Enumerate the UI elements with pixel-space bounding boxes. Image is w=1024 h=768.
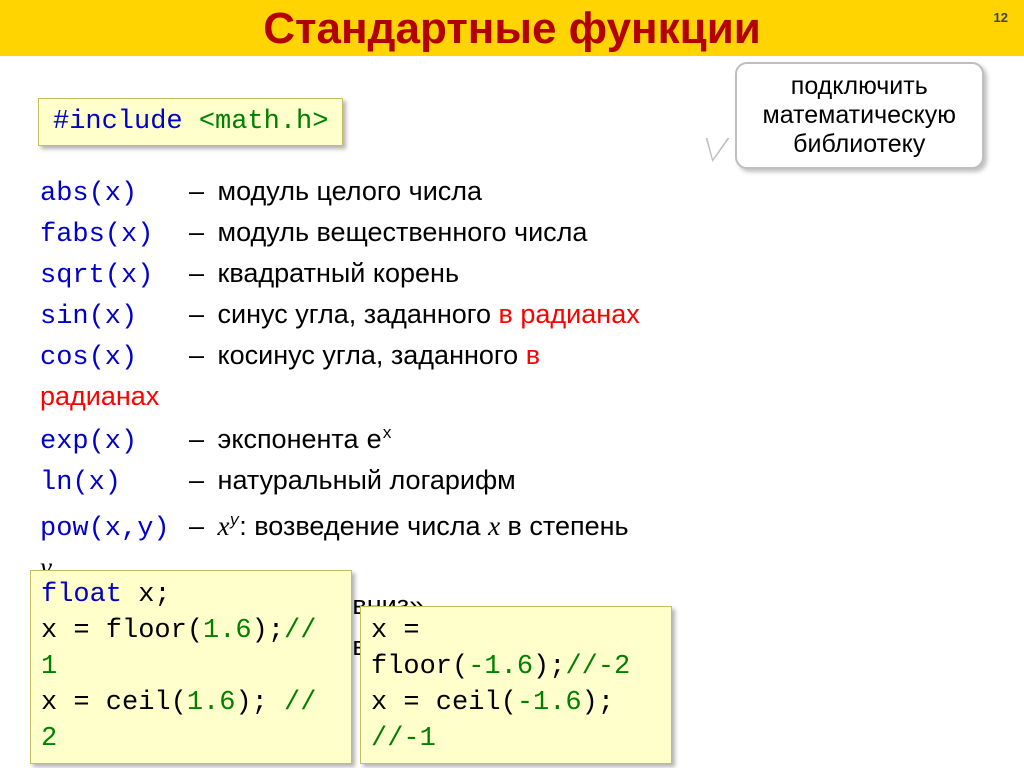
include-keyword: #include: [53, 107, 183, 137]
list-item: fabs(x)– модуль вещественного числа: [40, 213, 984, 254]
fn-desc-red: радианах: [40, 381, 159, 411]
code-example-left: float x; x = floor(1.6);// 1 x = ceil(1.…: [30, 570, 352, 764]
fn-name: ln(x): [40, 464, 185, 502]
code-line: float x;: [41, 577, 341, 613]
callout-line: математическую: [763, 101, 956, 130]
include-header: <math.h>: [199, 107, 329, 137]
fn-desc: экспонента: [218, 424, 366, 454]
fn-desc: натуральный логарифм: [218, 465, 516, 495]
code-line: x = ceil(-1.6); //-1: [371, 685, 661, 757]
list-item: sqrt(x)– квадратный корень: [40, 254, 984, 295]
fn-name: exp(x): [40, 423, 185, 461]
fn-desc: косинус угла, заданного: [218, 340, 526, 370]
fn-desc: модуль целого числа: [218, 176, 483, 206]
list-item: ln(x)– натуральный логарифм: [40, 461, 984, 502]
fn-desc: x: [218, 511, 230, 541]
fn-desc-sup: y: [230, 512, 240, 530]
slide: Стандартные функции 12 подключить матема…: [0, 0, 1024, 768]
fn-desc: x: [488, 511, 500, 541]
fn-desc: синус угла, заданного: [218, 299, 499, 329]
list-item: pow(x,y)– xy: возведение числа x в степе…: [40, 502, 984, 548]
fn-desc: квадратный корень: [218, 258, 459, 288]
list-item: cos(x)– косинус угла, заданного в: [40, 336, 984, 377]
code-line: x = ceil(1.6); // 2: [41, 685, 341, 757]
fn-desc-red: в: [526, 340, 540, 370]
include-directive: #include <math.h>: [38, 98, 343, 146]
fn-name: sqrt(x): [40, 257, 185, 295]
fn-desc: : возведение числа: [239, 511, 488, 541]
fn-name: abs(x): [40, 175, 185, 213]
code-line: x = floor(1.6);// 1: [41, 613, 341, 685]
list-item: abs(x)– модуль целого числа: [40, 172, 984, 213]
list-item: exp(x)– экспонента ex: [40, 415, 984, 461]
fn-name: cos(x): [40, 339, 185, 377]
fn-desc: e: [366, 427, 382, 457]
fn-name: sin(x): [40, 298, 185, 336]
callout-line: подключить: [763, 72, 956, 101]
fn-name: fabs(x): [40, 216, 185, 254]
list-item: радианах: [40, 377, 984, 415]
fn-desc: в степень: [500, 511, 629, 541]
callout-box: подключить математическую библиотеку: [735, 62, 984, 169]
page-number: 12: [994, 10, 1008, 25]
fn-name: pow(x,y): [40, 510, 185, 548]
fn-desc-sup: x: [382, 425, 392, 443]
code-example-right: x = floor(-1.6);//-2 x = ceil(-1.6); //-…: [360, 606, 672, 764]
fn-desc: модуль вещественного числа: [218, 217, 588, 247]
list-item: sin(x)– синус угла, заданного в радианах: [40, 295, 984, 336]
page-title: Стандартные функции: [0, 4, 1024, 54]
code-line: x = floor(-1.6);//-2: [371, 613, 661, 685]
fn-desc-red: в радианах: [499, 299, 640, 329]
callout-line: библиотеку: [763, 130, 956, 159]
